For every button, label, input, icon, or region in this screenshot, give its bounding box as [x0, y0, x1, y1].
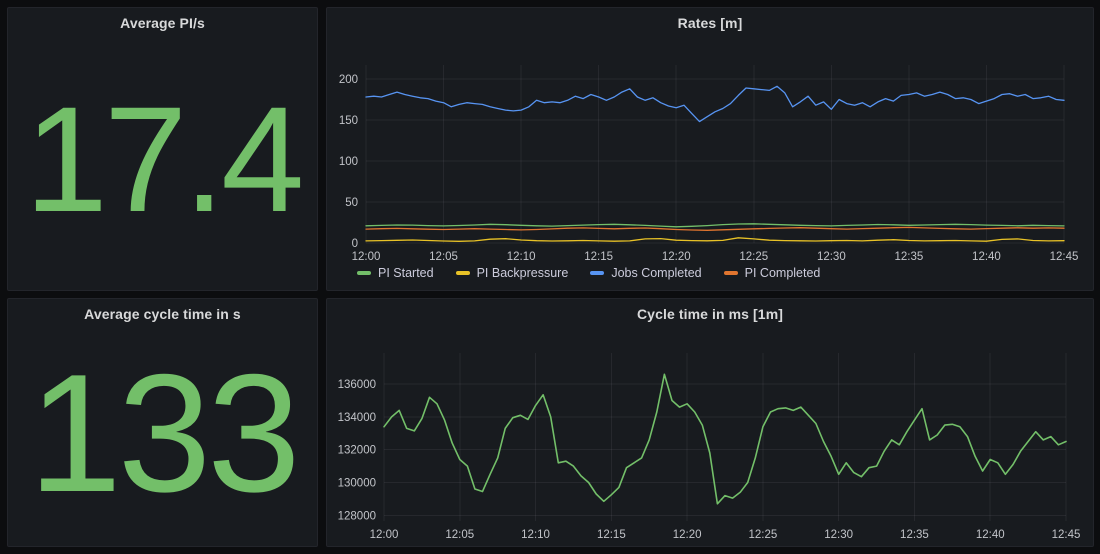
panel-rates: Rates [m] 12:00 12:05 12:10 12:15 12:20 12:25…: [326, 7, 1094, 291]
x-axis-tick-label: 12:35: [894, 251, 923, 263]
series-line-pi-started: [365, 223, 1065, 228]
x-axis-tick-label: 12:40: [972, 251, 1001, 263]
x-axis-tick-label: 12:45: [1050, 251, 1079, 263]
y-axis-tick-label: 132000: [338, 445, 376, 457]
cycle-time-chart[interactable]: 12:00 12:05 12:10 12:15 12:20 12:25 12:30 12:35…: [327, 299, 1093, 546]
x-axis-tick-label: 12:45: [1052, 529, 1081, 541]
series-line-cycle-time: [383, 373, 1067, 505]
panel-cycle-time: Cycle time in ms [1m] 12:00 12:05 12:10 12:…: [326, 298, 1094, 547]
legend-item-pi-backpressure[interactable]: PI Backpressure: [455, 266, 569, 280]
stat-container: 17.4: [8, 38, 317, 280]
y-axis-tick-label: 50: [345, 197, 358, 209]
y-axis-tick-label: 100: [339, 156, 358, 168]
legend-swatch: [357, 271, 371, 275]
x-axis-tick-label: 12:20: [673, 529, 702, 541]
y-axis-tick-label: 136000: [338, 379, 376, 391]
x-axis-tick-label: 12:25: [739, 251, 768, 263]
stat-container: 133: [8, 329, 317, 536]
x-axis-tick-label: 12:30: [817, 251, 846, 263]
series-line-pi-backpressure: [365, 237, 1065, 242]
x-axis-tick-label: 12:00: [352, 251, 381, 263]
y-axis-tick-label: 128000: [338, 510, 376, 522]
legend-swatch: [723, 271, 738, 275]
legend-item-pi-started[interactable]: PI Started: [357, 266, 434, 280]
series-line-pi-completed: [365, 226, 1065, 231]
rates-legend: PI Started PI Backpressure Jobs Completed P…: [357, 266, 820, 280]
x-axis-tick-label: 12:35: [900, 529, 929, 541]
panel-title-average-cycle-time[interactable]: Average cycle time in s: [8, 299, 317, 329]
legend-label: PI Started: [378, 266, 434, 280]
x-axis-tick-label: 12:20: [662, 251, 691, 263]
y-axis-tick-label: 134000: [338, 412, 376, 424]
x-axis-tick-label: 12:05: [429, 251, 458, 263]
legend-item-pi-completed[interactable]: PI Completed: [723, 266, 821, 280]
x-axis-tick-label: 12:30: [824, 529, 853, 541]
y-axis-tick-label: 200: [339, 74, 358, 86]
x-axis-tick-label: 12:10: [507, 251, 536, 263]
x-axis-tick-label: 12:25: [748, 529, 777, 541]
panel-title-average-pi[interactable]: Average PI/s: [8, 8, 317, 38]
legend-swatch: [590, 271, 605, 275]
panel-average-pi: Average PI/s 17.4: [7, 7, 318, 291]
x-axis-tick-label: 12:40: [976, 529, 1005, 541]
legend-swatch: [455, 271, 470, 275]
x-axis-tick-label: 12:15: [597, 529, 626, 541]
y-axis-tick-label: 0: [352, 238, 358, 250]
legend-label: PI Backpressure: [476, 266, 569, 280]
average-cycle-time-value: 133: [28, 338, 300, 527]
average-pi-value: 17.4: [24, 75, 305, 243]
x-axis-tick-label: 12:00: [370, 529, 399, 541]
legend-item-jobs-completed[interactable]: Jobs Completed: [590, 266, 702, 280]
x-axis-tick-label: 12:15: [584, 251, 613, 263]
legend-label: PI Completed: [744, 266, 821, 280]
y-axis-tick-label: 150: [339, 115, 358, 127]
series-line-jobs-completed: [365, 85, 1065, 123]
y-axis-tick-label: 130000: [338, 477, 376, 489]
rates-chart[interactable]: 12:00 12:05 12:10 12:15 12:20 12:25 12:30 12:35…: [327, 8, 1093, 290]
panel-average-cycle-time: Average cycle time in s 133: [7, 298, 318, 547]
x-axis-tick-label: 12:10: [521, 529, 550, 541]
x-axis-tick-label: 12:05: [445, 529, 474, 541]
legend-label: Jobs Completed: [611, 266, 702, 280]
